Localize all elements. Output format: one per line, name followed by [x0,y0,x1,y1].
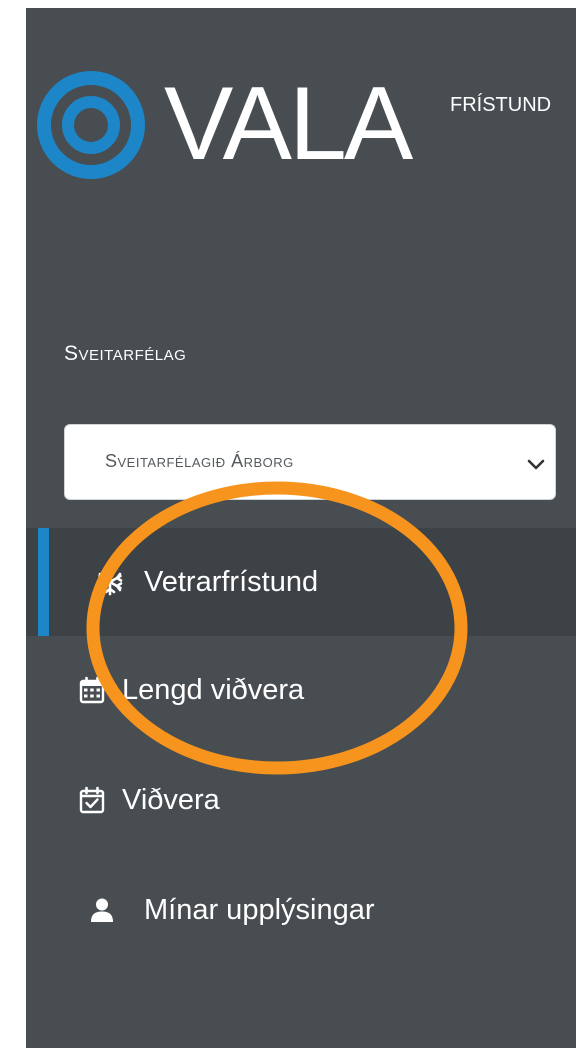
sidebar: VALA FRÍSTUND Sveitarfélag Sveitarfélagi… [26,8,576,1048]
logo-product-name: FRÍSTUND [450,94,552,116]
nav-item-lengd-vidvera[interactable]: Lengd viðvera [26,636,576,744]
active-indicator [38,528,49,636]
nav-item-label: Vetrarfrístund [144,566,319,598]
logo[interactable]: VALA FRÍSTUND [36,70,551,180]
snowflake-icon [97,568,123,596]
nav-item-vidvera[interactable]: Viðvera [26,746,576,854]
vala-logo-icon [37,71,145,179]
nav-item-label: Lengd viðvera [122,674,305,706]
nav-item-label: Viðvera [122,784,220,816]
municipality-select[interactable]: Sveitarfélagið Árborg [64,424,556,500]
nav-item-minar-upplysingar[interactable]: Mínar upplýsingar [26,856,576,964]
calendar-icon [79,676,105,704]
calendar-check-icon [79,786,105,814]
page: VALA FRÍSTUND Sveitarfélag Sveitarfélagi… [0,0,576,1048]
nav-item-vetrarfristund[interactable]: Vetrarfrístund [26,528,576,636]
user-icon [91,898,113,922]
chevron-down-icon [527,459,545,470]
municipality-select-value: Sveitarfélagið Árborg [105,451,294,471]
municipality-label: Sveitarfélag [64,342,187,365]
nav-item-label: Mínar upplýsingar [144,894,375,926]
logo-wordmark: VALA [164,66,413,182]
